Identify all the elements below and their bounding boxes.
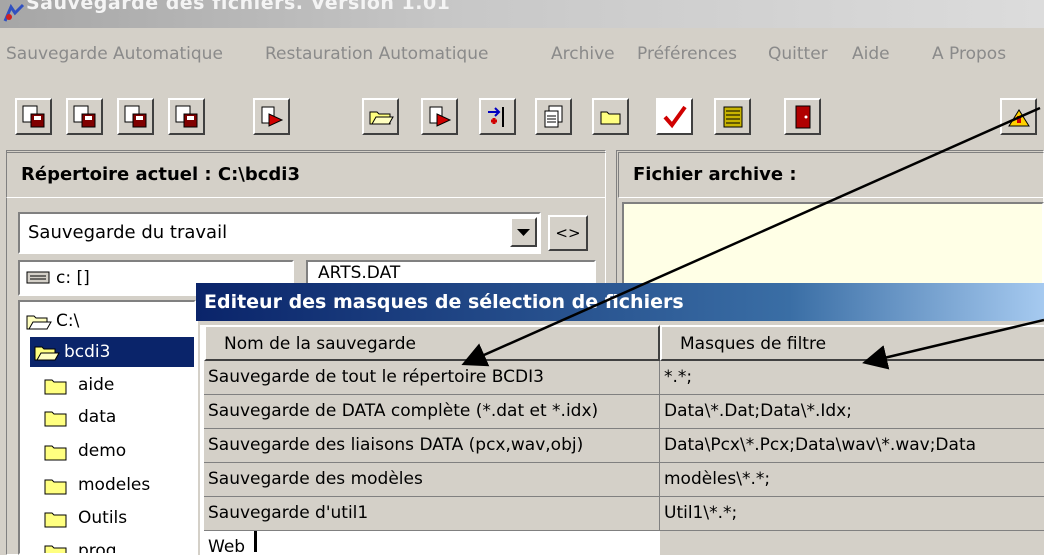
annotation-arrows	[461, 106, 1044, 370]
annotation-arrow	[862, 318, 1044, 370]
annotation-arrow	[461, 106, 1041, 367]
